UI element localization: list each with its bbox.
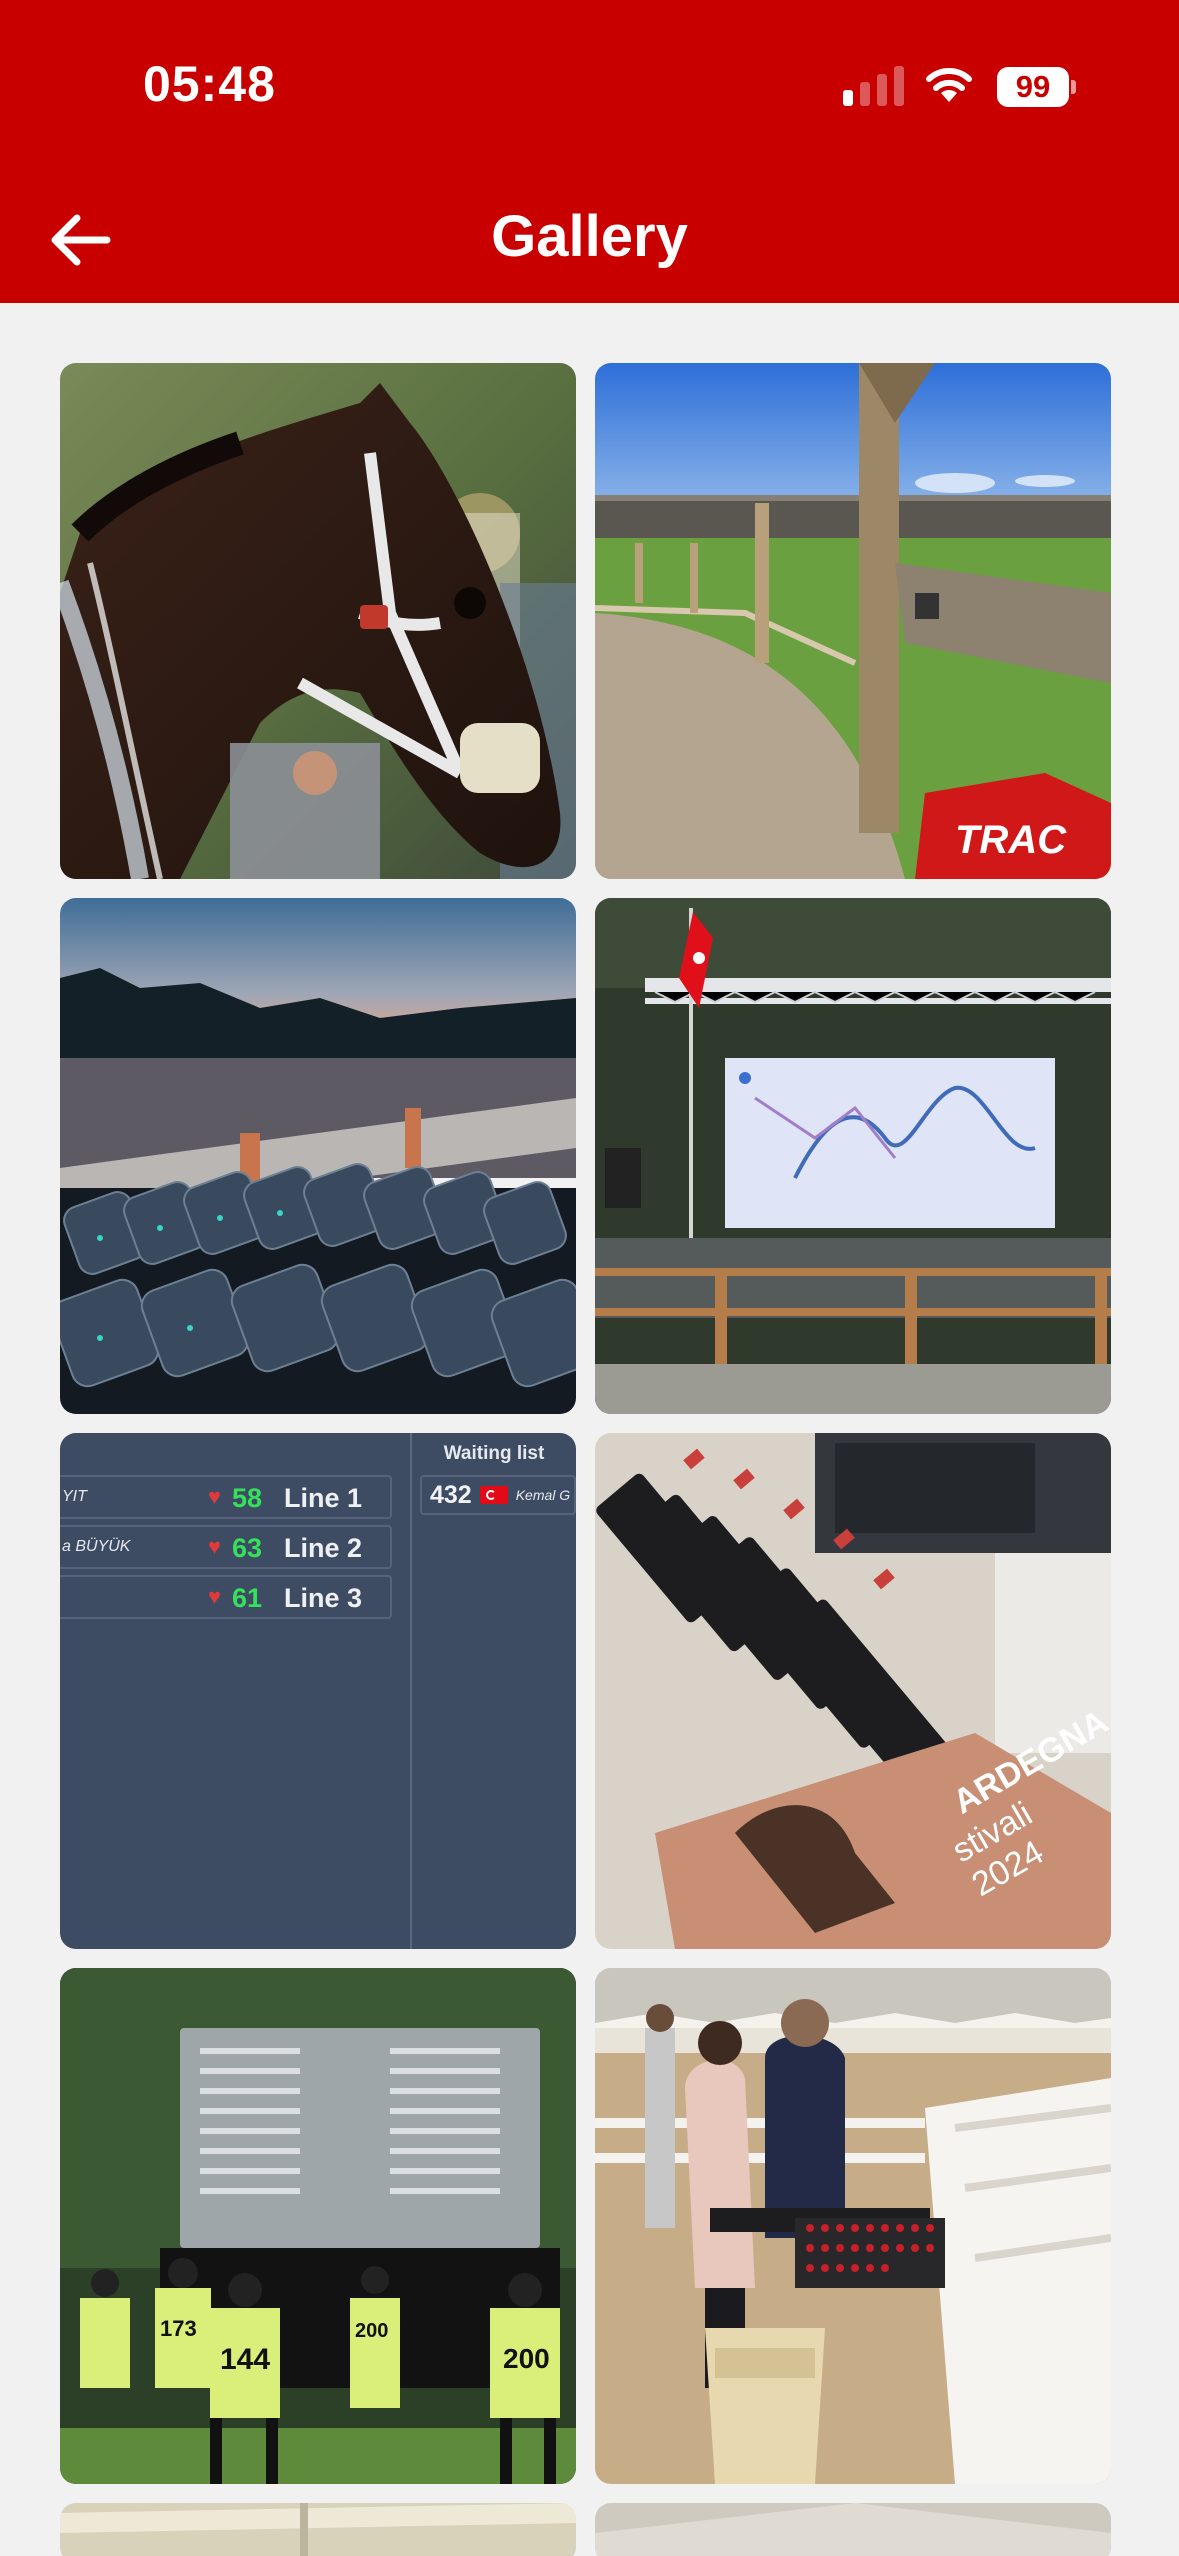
photo-riders-board[interactable]: 173 144 200 200 [60, 1968, 576, 2484]
photo-sunset-devices[interactable] [60, 898, 576, 1414]
score-row: YIT ♥ 58 Line 1 [60, 1475, 392, 1519]
heart-rate-value: 58 [232, 1483, 263, 1513]
waiting-list-label: Waiting list [443, 1443, 545, 1464]
battery-level: 99 [997, 67, 1069, 107]
bib-number: 200 [355, 2320, 389, 2342]
score-row: ♥ 61 Line 3 [60, 1575, 392, 1619]
photo-map-screen[interactable] [595, 898, 1111, 1414]
battery-icon: 99 [997, 67, 1076, 107]
line-label: Line 3 [284, 1583, 363, 1613]
bib-number: 173 [160, 2316, 197, 2341]
photo-scoreboard[interactable]: Waiting list 432 Kemal G YIT ♥ 58 Line 1… [60, 1433, 576, 1949]
page-title: Gallery [491, 204, 688, 269]
rider-name: a BÜYÜK [62, 1538, 131, 1555]
heart-rate-value: 61 [232, 1583, 263, 1613]
bib-number: 144 [220, 2343, 271, 2376]
waiting-name: Kemal G [515, 1487, 571, 1503]
line-label: Line 2 [284, 1533, 363, 1563]
score-row: a BÜYÜK ♥ 63 Line 2 [60, 1525, 392, 1569]
photo-horse-wash[interactable] [60, 363, 576, 879]
heart-icon: ♥ [208, 1584, 222, 1609]
status-time: 05:48 [143, 56, 276, 112]
photo-tent-partial[interactable] [60, 2503, 576, 2556]
turkey-flag-icon [479, 1486, 508, 1504]
photo-tent-partial-2[interactable] [595, 2503, 1111, 2556]
rider-name: YIT [62, 1488, 87, 1505]
waiting-list-row: 432 Kemal G [420, 1475, 576, 1515]
heart-icon: ♥ [208, 1534, 222, 1559]
wifi-icon [925, 64, 973, 104]
bib-number: 200 [503, 2343, 550, 2374]
case-label: TRAC [955, 818, 1067, 862]
line-label: Line 1 [284, 1483, 363, 1513]
scoreboard-divider [410, 1433, 412, 1949]
photo-arena-desk[interactable] [595, 1968, 1111, 2484]
heart-icon: ♥ [208, 1484, 222, 1509]
heart-rate-value: 63 [232, 1533, 263, 1563]
waiting-number: 432 [430, 1480, 472, 1509]
app-header: 05:48 99 Gallery [0, 0, 1179, 303]
gallery-screen: { "status_bar": { "time": "05:48", "batt… [0, 0, 1179, 2556]
cellular-signal-icon [843, 64, 905, 106]
photo-track-fence[interactable]: TRAC [595, 363, 1111, 879]
photo-devices-booklet[interactable]: ARDEGNA stivali 2024 [595, 1433, 1111, 1949]
